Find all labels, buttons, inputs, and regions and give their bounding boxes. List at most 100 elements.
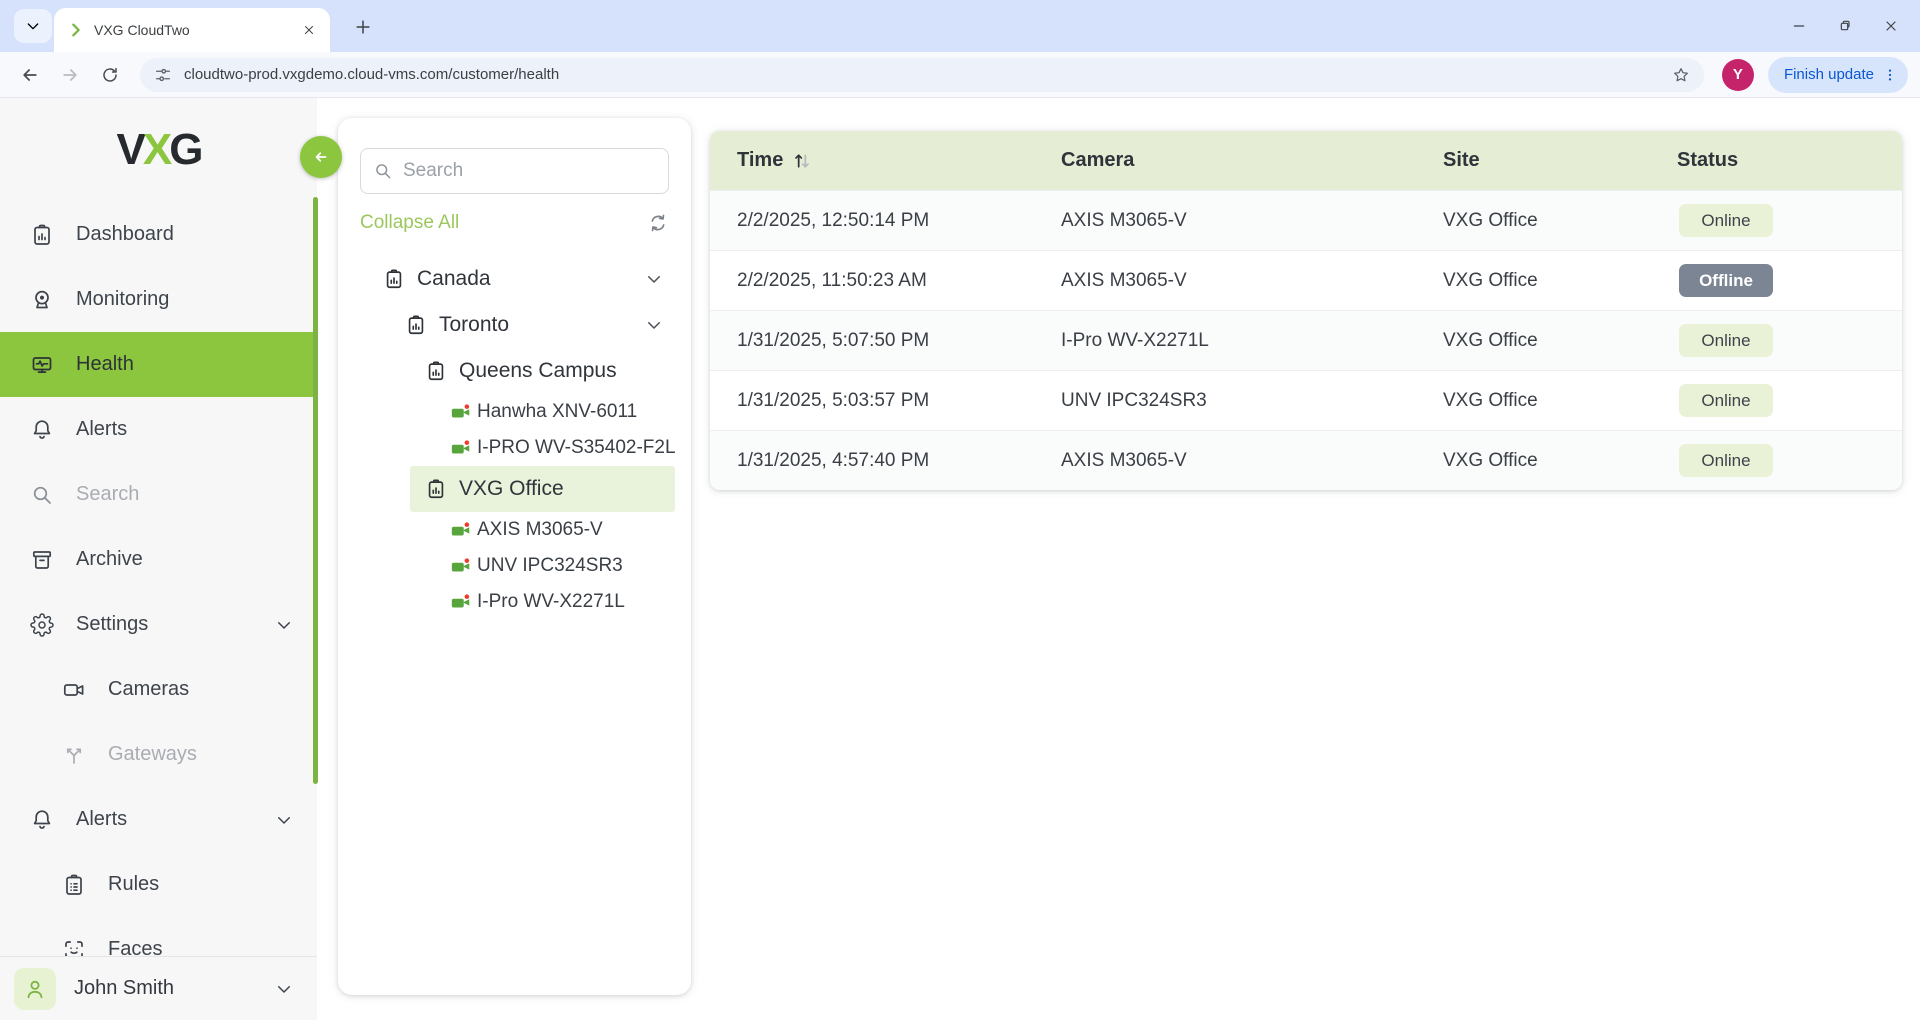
sidebar-item-monitoring[interactable]: Monitoring	[0, 267, 317, 332]
kebab-menu-icon[interactable]	[1882, 67, 1898, 83]
chevron-down-icon	[275, 980, 293, 998]
dashboard-icon	[30, 223, 54, 247]
camera-cell: AXIS M3065-V	[1061, 210, 1187, 231]
tab-close-icon[interactable]	[302, 23, 316, 37]
main-content: Collapse All Canada Toronto Queens Campus H…	[317, 98, 1920, 1020]
sidebar-item-settings[interactable]: Settings	[0, 592, 317, 657]
search-icon	[373, 161, 393, 181]
camera-green-icon	[450, 591, 472, 613]
address-bar[interactable]: cloudtwo-prod.vxgdemo.cloud-vms.com/cust…	[140, 58, 1704, 92]
chevron-down-icon	[275, 616, 293, 634]
sidebar-item-gateways-sub[interactable]: Gateways	[0, 722, 317, 787]
sidebar-item-alerts[interactable]: Alerts	[0, 397, 317, 462]
sidebar-item-label: Rules	[108, 873, 159, 896]
sidebar-item-label: Monitoring	[76, 288, 169, 311]
sidebar-item-rules-sub[interactable]: Rules	[0, 852, 317, 917]
sidebar-item-dashboard[interactable]: Dashboard	[0, 202, 317, 267]
table-row[interactable]: 2/2/2025, 11:50:23 AMAXIS M3065-VVXG Off…	[710, 250, 1902, 310]
monitoring-icon	[30, 288, 54, 312]
sidebar-item-archive[interactable]: Archive	[0, 527, 317, 592]
table-row[interactable]: 1/31/2025, 5:07:50 PMI-Pro WV-X2271LVXG …	[710, 310, 1902, 370]
tree-node-unv-ipc324sr3[interactable]: UNV IPC324SR3	[338, 548, 691, 584]
gear-icon	[30, 613, 54, 637]
person-icon	[23, 977, 47, 1001]
refresh-icon[interactable]	[647, 212, 669, 234]
tree-node-hanwha-xnv-6011[interactable]: Hanwha XNV-6011	[338, 394, 691, 430]
sidebar-item-cameras-sub[interactable]: Cameras	[0, 657, 317, 722]
camera-cell: AXIS M3065-V	[1061, 450, 1187, 471]
arrow-left-icon	[312, 148, 330, 166]
tree-node-queens-campus[interactable]: Queens Campus	[338, 348, 691, 394]
plus-icon	[353, 17, 373, 37]
camera-green-icon	[450, 437, 472, 459]
sidebar-item-alerts[interactable]: Alerts	[0, 787, 317, 852]
tree-node-label: VXG Office	[459, 477, 564, 501]
sidebar-scrollbar-thumb[interactable]	[313, 197, 318, 784]
camera-tree: Canada Toronto Queens Campus Hanwha XNV-601…	[338, 256, 691, 620]
tree-node-i-pro-wv-s35402-f2l[interactable]: I-PRO WV-S35402-F2L	[338, 430, 691, 466]
chevron-down-icon	[275, 811, 293, 829]
url-text: cloudtwo-prod.vxgdemo.cloud-vms.com/cust…	[184, 66, 1660, 83]
bell-icon	[30, 808, 54, 832]
table-row[interactable]: 1/31/2025, 5:03:57 PMUNV IPC324SR3VXG Of…	[710, 370, 1902, 430]
tree-node-label: Queens Campus	[459, 359, 617, 383]
column-header-time[interactable]: Time	[710, 149, 1061, 172]
camera-green-icon	[450, 555, 472, 577]
site-info-icon[interactable]	[154, 66, 172, 84]
table-row[interactable]: 1/31/2025, 4:57:40 PMAXIS M3065-VVXG Off…	[710, 430, 1902, 490]
site-icon	[383, 268, 405, 290]
tree-node-axis-m3065-v[interactable]: AXIS M3065-V	[338, 512, 691, 548]
table-row[interactable]: 2/2/2025, 12:50:14 PMAXIS M3065-VVXG Off…	[710, 190, 1902, 250]
tree-node-label: Toronto	[439, 313, 509, 337]
finish-update-button[interactable]: Finish update	[1768, 57, 1908, 93]
sidebar-item-health[interactable]: Health	[0, 332, 317, 397]
column-header-camera: Camera	[1061, 149, 1443, 172]
restore-button[interactable]	[1822, 0, 1868, 52]
sidebar-item-label: Health	[76, 353, 134, 376]
site-cell: VXG Office	[1443, 450, 1538, 471]
sidebar-item-label: Alerts	[76, 418, 127, 441]
gateways-icon	[62, 743, 86, 767]
sidebar-item-search[interactable]: Search	[0, 462, 317, 527]
tree-search-box	[360, 148, 669, 194]
tab-search-button[interactable]	[14, 9, 52, 43]
camera-green-icon	[450, 401, 472, 423]
browser-tab[interactable]: VXG CloudTwo	[54, 8, 330, 52]
sidebar-item-label: Gateways	[108, 743, 197, 766]
close-button[interactable]	[1868, 0, 1914, 52]
site-icon	[405, 314, 427, 336]
table-header: TimeCameraSiteStatus	[710, 131, 1902, 190]
vxg-logo: VXG	[117, 125, 201, 175]
tree-node-label: I-Pro WV-X2271L	[477, 591, 625, 613]
time-cell: 1/31/2025, 5:07:50 PM	[737, 330, 929, 351]
collapse-sidebar-button[interactable]	[300, 136, 342, 178]
tree-node-vxg-office[interactable]: VXG Office	[410, 466, 675, 512]
forward-arrow-icon	[60, 65, 80, 85]
browser-profile-avatar[interactable]: Y	[1722, 59, 1754, 91]
tree-node-canada[interactable]: Canada	[338, 256, 691, 302]
collapse-all-link[interactable]: Collapse All	[360, 212, 459, 234]
new-tab-button[interactable]	[348, 12, 378, 42]
tree-node-i-pro-wv-x2271l[interactable]: I-Pro WV-X2271L	[338, 584, 691, 620]
rules-icon	[62, 873, 86, 897]
window-controls	[1776, 0, 1914, 52]
sidebar-item-faces-sub[interactable]: Faces	[0, 917, 317, 956]
camera-tree-panel: Collapse All Canada Toronto Queens Campus H…	[338, 118, 691, 995]
reload-icon	[101, 66, 119, 84]
bookmark-star-icon[interactable]	[1672, 66, 1690, 84]
user-menu[interactable]: John Smith	[0, 956, 317, 1020]
chevron-down-icon	[645, 270, 663, 288]
sidebar-item-label: Dashboard	[76, 223, 174, 246]
site-cell: VXG Office	[1443, 270, 1538, 291]
archive-icon	[30, 548, 54, 572]
back-button[interactable]	[12, 57, 48, 93]
minimize-button[interactable]	[1776, 0, 1822, 52]
column-header-label: Camera	[1061, 149, 1134, 172]
reload-button[interactable]	[92, 57, 128, 93]
health-table: TimeCameraSiteStatus 2/2/2025, 12:50:14 …	[710, 131, 1902, 490]
status-badge: Online	[1679, 324, 1773, 357]
forward-button[interactable]	[52, 57, 88, 93]
tree-node-label: Hanwha XNV-6011	[477, 401, 637, 423]
tree-node-toronto[interactable]: Toronto	[338, 302, 691, 348]
tree-search-input[interactable]	[403, 160, 656, 182]
